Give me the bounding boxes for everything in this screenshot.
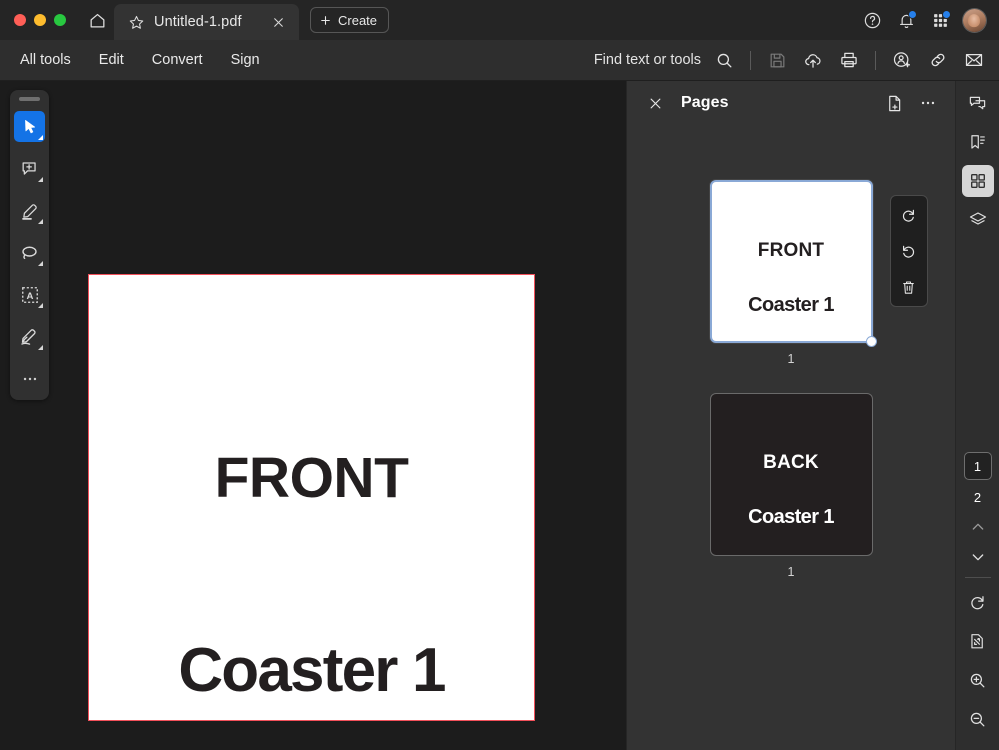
page-number-2[interactable]: 2 <box>964 486 992 508</box>
page-top-text: FRONT <box>214 446 409 510</box>
rotate-counterclockwise-icon[interactable] <box>894 238 924 264</box>
svg-text:A: A <box>26 290 33 301</box>
chevron-up-icon[interactable] <box>963 512 993 542</box>
right-rail: 1 2 <box>955 81 999 750</box>
menubar-right-group: Find text or tools <box>594 44 999 76</box>
print-icon[interactable] <box>832 44 866 76</box>
cloud-upload-icon[interactable] <box>796 44 830 76</box>
tool-rail-drag-handle[interactable] <box>19 97 40 101</box>
add-page-icon[interactable] <box>880 89 908 117</box>
notification-badge <box>908 10 917 19</box>
pages-panel-header: Pages <box>627 81 955 125</box>
left-tool-rail: A <box>10 90 49 400</box>
thumbnail-top-text: BACK <box>763 452 819 473</box>
create-button-label: Create <box>338 12 378 28</box>
rotate-clockwise-icon[interactable] <box>894 202 924 228</box>
menu-bar: All tools Edit Convert Sign Find text or… <box>0 40 999 81</box>
zoom-out-icon[interactable] <box>962 703 994 735</box>
toolbar-divider-2 <box>875 50 876 70</box>
bookmarks-icon[interactable] <box>962 126 994 158</box>
page-thumbnail-list[interactable]: FRONT Coaster 1 1 BACK Coaster 1 1 <box>627 125 955 750</box>
minimize-window-button[interactable] <box>34 14 46 26</box>
thumbnail-bottom-text: Coaster 1 <box>748 506 834 528</box>
layers-icon[interactable] <box>962 204 994 236</box>
more-options-icon[interactable] <box>914 89 942 117</box>
create-button[interactable]: Create <box>310 7 390 33</box>
close-window-button[interactable] <box>14 14 26 26</box>
fit-page-icon[interactable] <box>962 625 994 657</box>
page-thumbnail[interactable]: FRONT Coaster 1 <box>709 180 928 347</box>
email-icon[interactable] <box>957 44 991 76</box>
thumbnail-bottom-text: Coaster 1 <box>748 294 834 316</box>
app-switcher-grid-icon[interactable] <box>925 5 955 35</box>
menu-item-all-tools[interactable]: All tools <box>6 40 85 81</box>
window-controls <box>0 0 80 40</box>
select-tool[interactable] <box>14 111 45 142</box>
thumbnail-action-toolbar <box>889 195 928 307</box>
save-icon[interactable] <box>760 44 794 76</box>
rail-divider <box>964 577 991 578</box>
tab-title: Untitled-1.pdf <box>154 14 242 30</box>
pdf-page[interactable]: FRONT Coaster 1 <box>88 274 535 721</box>
sign-tool[interactable] <box>14 321 45 352</box>
page-thumbnails-icon[interactable] <box>961 165 994 197</box>
close-pages-panel-icon[interactable] <box>641 89 669 117</box>
zoom-in-icon[interactable] <box>962 664 994 696</box>
menu-item-convert[interactable]: Convert <box>138 40 217 81</box>
thumbnail-top-text: FRONT <box>757 240 825 261</box>
add-person-icon[interactable] <box>885 44 919 76</box>
pages-panel: Pages FRONT Coaster 1 1 BACK Coaster 1 1 <box>626 81 955 750</box>
document-tab[interactable]: Untitled-1.pdf <box>114 4 299 40</box>
rotate-view-icon[interactable] <box>962 586 994 618</box>
avatar[interactable] <box>959 5 989 35</box>
notifications-bell-icon[interactable] <box>891 5 921 35</box>
thumbnail-page-number: 1 <box>787 352 795 366</box>
right-rail-bottom: 1 2 <box>962 452 994 750</box>
chevron-down-icon[interactable] <box>963 542 993 572</box>
page-bottom-text: Coaster 1 <box>178 636 446 705</box>
link-icon[interactable] <box>921 44 955 76</box>
maximize-window-button[interactable] <box>54 14 66 26</box>
comments-icon[interactable] <box>962 87 994 119</box>
toolbar-divider-1 <box>750 50 751 70</box>
document-canvas[interactable]: A FRONT Coaster 1 <box>0 81 626 750</box>
search-icon[interactable] <box>707 44 741 76</box>
page-thumbnail-item-1[interactable]: FRONT Coaster 1 1 <box>627 180 955 366</box>
star-icon[interactable] <box>128 14 145 31</box>
highlight-tool[interactable] <box>14 195 45 226</box>
comment-tool[interactable] <box>14 153 45 184</box>
apps-badge <box>942 10 951 19</box>
text-select-tool[interactable]: A <box>14 279 45 310</box>
adobe-acrobat-window: Untitled-1.pdf Create All tools Edit Con… <box>0 0 999 750</box>
help-icon[interactable] <box>857 5 887 35</box>
titlebar-right-icons <box>857 0 999 40</box>
thumbnail-page-number: 1 <box>787 565 795 579</box>
delete-page-icon[interactable] <box>894 274 924 300</box>
current-page-indicator[interactable]: 1 <box>963 452 992 480</box>
lasso-tool[interactable] <box>14 237 45 268</box>
menu-item-edit[interactable]: Edit <box>85 40 138 81</box>
close-tab-icon[interactable] <box>269 13 287 31</box>
pages-panel-title: Pages <box>681 94 729 111</box>
thumbnail-resize-handle[interactable] <box>865 336 877 347</box>
page-thumbnail-item-2[interactable]: BACK Coaster 1 1 <box>627 393 955 579</box>
page-thumbnail[interactable]: BACK Coaster 1 <box>709 393 873 556</box>
plus-icon <box>319 14 332 27</box>
more-tools[interactable] <box>14 363 45 394</box>
menu-item-sign[interactable]: Sign <box>217 40 274 81</box>
find-text-label[interactable]: Find text or tools <box>594 52 701 68</box>
title-bar: Untitled-1.pdf Create <box>0 0 999 40</box>
app-body: A FRONT Coaster 1 Pages FRONT Coaster 1 … <box>0 81 999 750</box>
home-icon[interactable] <box>80 0 114 40</box>
